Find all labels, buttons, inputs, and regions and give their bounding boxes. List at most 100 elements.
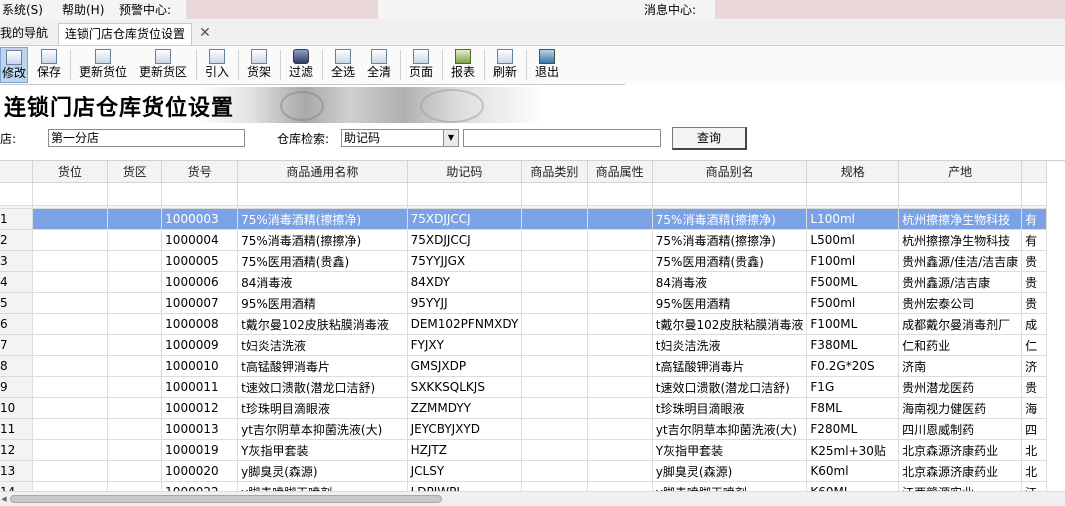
- save-button[interactable]: 保存: [34, 47, 64, 83]
- table-cell[interactable]: 75%消毒酒精(擦擦净): [652, 229, 808, 251]
- table-cell[interactable]: 1000020: [161, 460, 239, 482]
- update-slot-button[interactable]: 更新货位: [76, 47, 130, 83]
- table-row[interactable]: 10 1000012 t珍珠明目滴眼液 ZZMMDYY t珍珠明目滴眼液 F8ML 海南视力…: [0, 397, 1047, 419]
- table-cell[interactable]: [107, 418, 163, 440]
- filter-button[interactable]: 过滤: [286, 47, 316, 83]
- table-cell[interactable]: [107, 250, 163, 272]
- filter-cell[interactable]: [32, 182, 109, 206]
- filter-cell[interactable]: [407, 182, 523, 206]
- table-cell[interactable]: 75XDJJCCJ: [407, 208, 523, 230]
- table-cell[interactable]: 仁: [1021, 334, 1047, 356]
- table-cell[interactable]: 贵州潜龙医药: [898, 376, 1023, 398]
- table-row[interactable]: 9 1000011 t速效口溃散(潜龙口洁舒) SXKKSQLKJS t速效口溃散(潜龙…: [0, 376, 1047, 398]
- table-cell[interactable]: t妇炎洁洗液: [237, 334, 408, 356]
- table-cell[interactable]: [32, 250, 109, 272]
- column-header[interactable]: 货位: [32, 161, 109, 183]
- filter-cell[interactable]: [237, 182, 408, 206]
- table-cell[interactable]: K25ml+30贴: [806, 439, 900, 461]
- column-header[interactable]: [1021, 161, 1047, 183]
- table-cell[interactable]: 江: [1021, 481, 1047, 491]
- table-cell[interactable]: 贵: [1021, 271, 1047, 293]
- table-cell[interactable]: 仁和药业: [898, 334, 1023, 356]
- table-cell[interactable]: L100ml: [806, 208, 900, 230]
- table-cell[interactable]: yt吉尔阴草本抑菌洗液(大): [652, 418, 808, 440]
- menu-help[interactable]: 帮助(H): [62, 2, 104, 18]
- table-cell[interactable]: 济南: [898, 355, 1023, 377]
- table-cell[interactable]: [32, 460, 109, 482]
- table-cell[interactable]: 贵: [1021, 292, 1047, 314]
- clear-all-button[interactable]: 全清: [364, 47, 394, 83]
- table-cell[interactable]: 1000008: [161, 313, 239, 335]
- close-icon[interactable]: ✕: [197, 24, 213, 42]
- table-cell[interactable]: 75XDJJCCJ: [407, 229, 523, 251]
- exit-button[interactable]: 退出: [532, 47, 562, 83]
- table-cell[interactable]: [32, 397, 109, 419]
- table-cell[interactable]: 1000019: [161, 439, 239, 461]
- table-cell[interactable]: y脚臭灵(森源): [652, 460, 808, 482]
- column-header[interactable]: 商品别名: [652, 161, 808, 183]
- table-cell[interactable]: 1000003: [161, 208, 239, 230]
- table-row[interactable]: 6 1000008 t戴尔曼102皮肤粘膜消毒液 DEM102PFNMXDY t戴尔曼1…: [0, 313, 1047, 335]
- table-cell[interactable]: [107, 397, 163, 419]
- table-cell[interactable]: [32, 334, 109, 356]
- table-cell[interactable]: 北: [1021, 439, 1047, 461]
- table-cell[interactable]: [587, 439, 653, 461]
- table-cell[interactable]: [107, 355, 163, 377]
- table-cell[interactable]: [521, 271, 588, 293]
- table-row[interactable]: 2 1000004 75%消毒酒精(擦擦净) 75XDJJCCJ 75%消毒酒精(擦擦净…: [0, 229, 1047, 251]
- table-cell[interactable]: t戴尔曼102皮肤粘膜消毒液: [652, 313, 808, 335]
- table-cell[interactable]: 1000006: [161, 271, 239, 293]
- table-cell[interactable]: K60ml: [806, 460, 900, 482]
- table-cell[interactable]: [587, 418, 653, 440]
- table-cell[interactable]: y脚毒喷脚干喷剂: [237, 481, 408, 491]
- table-cell[interactable]: 95YYJJ: [407, 292, 523, 314]
- shelf-button[interactable]: 货架: [244, 47, 274, 83]
- filter-cell[interactable]: [1021, 182, 1047, 206]
- table-cell[interactable]: F100ML: [806, 313, 900, 335]
- table-cell[interactable]: [521, 481, 588, 491]
- grid-filter-row[interactable]: [0, 182, 1047, 206]
- page-button[interactable]: 页面: [406, 47, 436, 83]
- table-cell[interactable]: [32, 355, 109, 377]
- table-cell[interactable]: y脚毒喷脚干喷剂: [652, 481, 808, 491]
- table-cell[interactable]: [107, 439, 163, 461]
- table-cell[interactable]: [521, 334, 588, 356]
- table-cell[interactable]: [587, 397, 653, 419]
- horizontal-scrollbar[interactable]: ◀: [0, 491, 1065, 506]
- table-cell[interactable]: 贵: [1021, 376, 1047, 398]
- table-cell[interactable]: 杭州擦擦净生物科技: [898, 208, 1023, 230]
- select-all-button[interactable]: 全选: [328, 47, 358, 83]
- table-cell[interactable]: 有: [1021, 208, 1047, 230]
- table-cell[interactable]: 北京森源济康药业: [898, 460, 1023, 482]
- table-cell[interactable]: [521, 397, 588, 419]
- table-cell[interactable]: [587, 481, 653, 491]
- update-area-button[interactable]: 更新货区: [136, 47, 190, 83]
- table-cell[interactable]: LDPJWPJ: [407, 481, 523, 491]
- column-header[interactable]: 产地: [898, 161, 1023, 183]
- table-cell[interactable]: [521, 292, 588, 314]
- filter-cell[interactable]: [806, 182, 900, 206]
- table-cell[interactable]: 75%消毒酒精(擦擦净): [237, 229, 408, 251]
- search-type-select[interactable]: 助记码: [341, 129, 459, 147]
- table-row[interactable]: 12 1000019 Y灰指甲套装 HZJTZ Y灰指甲套装 K25ml+30贴 北京森源济…: [0, 439, 1047, 461]
- table-cell[interactable]: t珍珠明目滴眼液: [652, 397, 808, 419]
- table-row[interactable]: 7 1000009 t妇炎洁洗液 FYJXY t妇炎洁洗液 F380ML 仁和药业仁: [0, 334, 1047, 356]
- table-cell[interactable]: 1000022: [161, 481, 239, 491]
- table-cell[interactable]: [587, 292, 653, 314]
- table-cell[interactable]: [521, 208, 588, 230]
- column-header[interactable]: 货区: [107, 161, 163, 183]
- table-cell[interactable]: 1000004: [161, 229, 239, 251]
- column-header[interactable]: 商品通用名称: [237, 161, 408, 183]
- refresh-button[interactable]: 刷新: [490, 47, 520, 83]
- table-cell[interactable]: ZZMMDYY: [407, 397, 523, 419]
- table-cell[interactable]: 四: [1021, 418, 1047, 440]
- table-cell[interactable]: y脚臭灵(森源): [237, 460, 408, 482]
- table-cell[interactable]: t戴尔曼102皮肤粘膜消毒液: [237, 313, 408, 335]
- table-cell[interactable]: 84消毒液: [237, 271, 408, 293]
- table-cell[interactable]: F500ML: [806, 271, 900, 293]
- table-cell[interactable]: SXKKSQLKJS: [407, 376, 523, 398]
- table-cell[interactable]: 成都戴尔曼消毒剂厂: [898, 313, 1023, 335]
- alert-center-box[interactable]: [186, 0, 378, 19]
- table-cell[interactable]: Y灰指甲套装: [652, 439, 808, 461]
- report-button[interactable]: 报表: [448, 47, 478, 83]
